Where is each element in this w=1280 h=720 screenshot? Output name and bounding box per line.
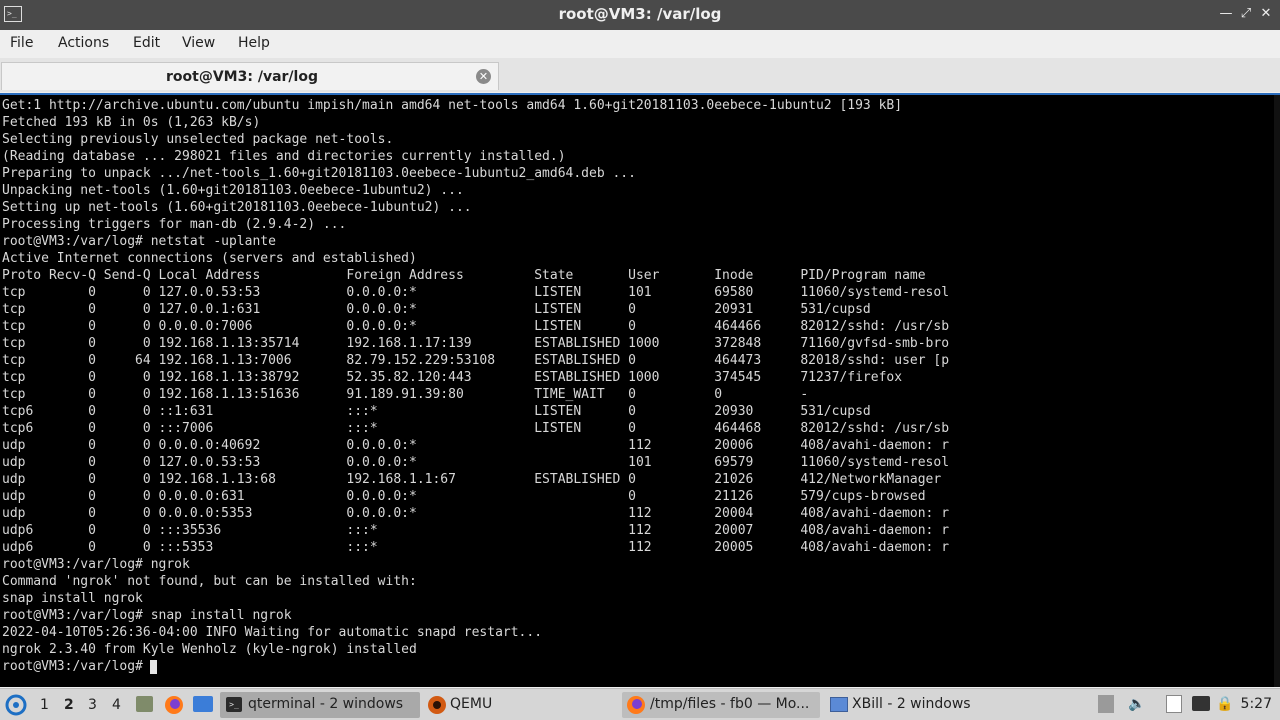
terminal-line: ngrok 2.3.40 from Kyle Wenholz (kyle-ngr…	[2, 642, 417, 657]
window-title: root@VM3: /var/log	[558, 5, 722, 23]
menu-edit[interactable]: Edit	[133, 35, 160, 51]
terminal-line: Selecting previously unselected package …	[2, 132, 394, 147]
tray-eject-icon[interactable]	[1098, 695, 1114, 713]
tab-label: root@VM3: /var/log	[166, 69, 318, 85]
workspace-2[interactable]: 2	[64, 697, 74, 713]
tab-terminal[interactable]: root@VM3: /var/log ✕	[1, 62, 499, 90]
task-label: qterminal - 2 windows	[248, 696, 404, 712]
terminal-icon: >_	[226, 697, 242, 712]
terminal-line: udp 0 0 192.168.1.13:68 192.168.1.1:67 E…	[2, 472, 942, 487]
terminal-line: snap install ngrok	[2, 591, 143, 606]
terminal-line: udp 0 0 127.0.0.53:53 0.0.0.0:* 101 6957…	[2, 455, 950, 470]
terminal-line: tcp6 0 0 :::7006 :::* LISTEN 0 464468 82…	[2, 421, 950, 436]
terminal-line: 2022-04-10T05:26:36-04:00 INFO Waiting f…	[2, 625, 543, 640]
terminal-line: root@VM3:/var/log# netstat -uplante	[2, 234, 276, 249]
terminal-line: udp 0 0 0.0.0.0:5353 0.0.0.0:* 112 20004…	[2, 506, 950, 521]
terminal-line: root@VM3:/var/log# ngrok	[2, 557, 190, 572]
workspace-4[interactable]: 4	[112, 697, 121, 713]
menu-actions[interactable]: Actions	[58, 35, 109, 51]
terminal-line: Unpacking net-tools (1.60+git20181103.0e…	[2, 183, 464, 198]
terminal-line: Preparing to unpack .../net-tools_1.60+g…	[2, 166, 636, 181]
terminal-line: udp6 0 0 :::5353 :::* 112 20005 408/avah…	[2, 540, 950, 555]
task-label: XBill - 2 windows	[852, 696, 971, 712]
terminal-line: Get:1 http://archive.ubuntu.com/ubuntu i…	[2, 98, 903, 113]
task-qemu[interactable]: QEMU	[422, 692, 612, 718]
terminal-line: Setting up net-tools (1.60+git20181103.0…	[2, 200, 472, 215]
terminal-line: udp6 0 0 :::35536 :::* 112 20007 408/ava…	[2, 523, 950, 538]
clipboard-icon[interactable]	[1166, 695, 1182, 713]
menu-bar: File Actions Edit View Help	[0, 30, 1280, 58]
menu-file[interactable]: File	[10, 35, 33, 51]
terminal-line: Fetched 193 kB in 0s (1,263 kB/s)	[2, 115, 261, 130]
window-icon	[830, 697, 848, 712]
volume-icon[interactable]: 🔈	[1128, 697, 1145, 711]
terminal-line: tcp 0 0 192.168.1.13:51636 91.189.91.39:…	[2, 387, 809, 402]
terminal-line: Proto Recv-Q Send-Q Local Address Foreig…	[2, 268, 926, 283]
minimize-icon[interactable]: —	[1218, 6, 1234, 22]
terminal-output[interactable]: Get:1 http://archive.ubuntu.com/ubuntu i…	[0, 93, 1280, 687]
window-titlebar: >_ root@VM3: /var/log — ⤢ ✕	[0, 0, 1280, 30]
terminal-line: tcp6 0 0 ::1:631 :::* LISTEN 0 20930 531…	[2, 404, 871, 419]
terminal-line: Command 'ngrok' not found, but can be in…	[2, 574, 417, 589]
terminal-line: root@VM3:/var/log#	[2, 659, 151, 674]
terminal-line: tcp 0 0 127.0.0.1:631 0.0.0.0:* LISTEN 0…	[2, 302, 871, 317]
terminal-line: tcp 0 0 127.0.0.53:53 0.0.0.0:* LISTEN 1…	[2, 285, 950, 300]
terminal-line: udp 0 0 0.0.0.0:631 0.0.0.0:* 0 21126 57…	[2, 489, 926, 504]
task-label: QEMU	[450, 696, 493, 712]
qemu-icon	[428, 696, 446, 714]
terminal-line: tcp 0 0 0.0.0.0:7006 0.0.0.0:* LISTEN 0 …	[2, 319, 950, 334]
desktop-icon[interactable]	[193, 696, 213, 712]
menu-help[interactable]: Help	[238, 35, 270, 51]
terminal-line: udp 0 0 0.0.0.0:40692 0.0.0.0:* 112 2000…	[2, 438, 950, 453]
close-icon[interactable]: ✕	[1258, 6, 1274, 22]
maximize-icon[interactable]: ⤢	[1238, 6, 1254, 22]
clock: 5:27	[1240, 696, 1272, 712]
terminal-line: (Reading database ... 298021 files and d…	[2, 149, 566, 164]
task-label: /tmp/files - fb0 — Mo...	[650, 696, 810, 712]
terminal-line: tcp 0 0 192.168.1.13:38792 52.35.82.120:…	[2, 370, 903, 385]
text-cursor	[150, 660, 158, 674]
terminal-line: root@VM3:/var/log# snap install ngrok	[2, 608, 292, 623]
workspace-1[interactable]: 1	[40, 697, 49, 713]
task-xbill[interactable]: XBill - 2 windows	[826, 692, 1026, 718]
start-menu-icon[interactable]	[5, 694, 27, 716]
firefox-icon[interactable]	[164, 695, 184, 715]
tab-close-icon[interactable]: ✕	[476, 69, 491, 84]
terminal-line: tcp 0 64 192.168.1.13:7006 82.79.152.229…	[2, 353, 950, 368]
network-icon[interactable]	[1192, 696, 1210, 711]
workspace-3[interactable]: 3	[88, 697, 97, 713]
taskbar: 1 2 3 4 >_ qterminal - 2 windows QEMU /t…	[0, 688, 1280, 720]
firefox-icon	[627, 696, 645, 714]
scrollbar[interactable]	[1274, 95, 1280, 687]
lock-icon[interactable]: 🔒	[1216, 695, 1233, 713]
menu-view[interactable]: View	[182, 35, 215, 51]
terminal-line: tcp 0 0 192.168.1.13:35714 192.168.1.17:…	[2, 336, 950, 351]
file-manager-icon[interactable]	[136, 696, 153, 712]
task-qterminal[interactable]: >_ qterminal - 2 windows	[220, 692, 420, 718]
task-firefox[interactable]: /tmp/files - fb0 — Mo...	[622, 692, 820, 718]
terminal-line: Active Internet connections (servers and…	[2, 251, 417, 266]
tab-bar: root@VM3: /var/log ✕	[0, 58, 1280, 92]
terminal-line: Processing triggers for man-db (2.9.4-2)…	[2, 217, 347, 232]
